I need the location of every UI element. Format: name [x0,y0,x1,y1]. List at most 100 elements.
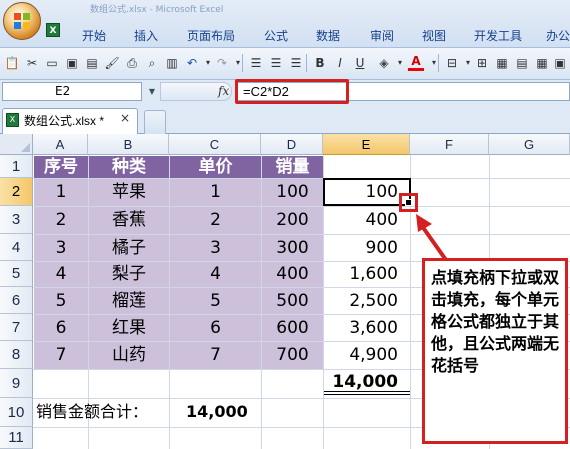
header-cell-price[interactable]: 单价 [170,156,261,178]
tab-data[interactable]: 数据 [306,26,350,46]
index-cell[interactable]: 6 [34,315,88,341]
fill-dropdown-icon[interactable]: ▾ [392,55,408,71]
column-header-g[interactable]: G [489,134,570,155]
active-cell-selection[interactable] [323,178,411,206]
office-button[interactable] [3,2,41,40]
amount-cell[interactable]: 2,500 [323,288,410,314]
tab-review[interactable]: 审阅 [360,26,404,46]
index-cell[interactable]: 1 [34,179,88,206]
save-icon[interactable]: ▣ [64,55,80,71]
bold-icon[interactable]: B [312,55,328,71]
type-cell[interactable]: 红果 [89,315,169,341]
font-color-icon[interactable]: A [408,55,424,71]
index-cell[interactable]: 4 [34,262,88,287]
amount-cell[interactable]: 1,600 [323,262,410,287]
type-cell[interactable]: 山药 [89,342,169,369]
align-right-icon[interactable]: ☰ [288,55,304,71]
tab-developer[interactable]: 开发工具 [466,26,530,46]
header-cell-type[interactable]: 种类 [89,156,169,178]
amount-cell[interactable]: 3,600 [323,315,410,341]
amount-cell[interactable]: 900 [323,235,410,261]
border-icon[interactable]: ⊟ [444,55,460,71]
qty-cell[interactable]: 300 [262,235,323,261]
header-cell-index[interactable]: 序号 [34,156,88,178]
index-cell[interactable]: 2 [34,207,88,234]
align-center-icon[interactable]: ☰ [268,55,284,71]
sheet-icon[interactable]: ▤ [514,55,530,71]
amount-cell[interactable]: 400 [323,207,410,234]
tab-page-layout[interactable]: 页面布局 [180,26,242,46]
column-header-c[interactable]: C [169,134,261,155]
align-left-icon[interactable]: ☰ [248,55,264,71]
type-cell[interactable]: 梨子 [89,262,169,287]
new-tab-button[interactable] [144,110,166,134]
redo-dropdown-icon[interactable]: ▾ [230,55,246,71]
new-icon[interactable]: ▭ [44,55,60,71]
tab-formulas[interactable]: 公式 [254,26,298,46]
type-cell[interactable]: 苹果 [89,179,169,206]
print-icon[interactable]: ⎙ [124,55,140,71]
type-cell[interactable]: 榴莲 [89,288,169,314]
row-header-5[interactable]: 5 [0,261,33,287]
tab-view[interactable]: 视图 [412,26,456,46]
summary-label[interactable]: 销售金额合计： [36,402,148,422]
fill-color-icon[interactable]: ◈ [376,55,392,71]
row-header-3[interactable]: 3 [0,206,33,234]
insert-icon[interactable]: ▦ [534,55,550,71]
row-header-1[interactable]: 1 [0,155,33,178]
merge-icon[interactable]: ⊞ [474,55,490,71]
price-cell[interactable]: 4 [170,262,261,287]
format-painter-icon[interactable]: 🖌 [104,55,120,71]
index-cell[interactable]: 3 [34,235,88,261]
total-cell[interactable]: 14,000 [323,369,410,392]
row-header-7[interactable]: 7 [0,314,33,341]
qty-cell[interactable]: 700 [262,342,323,369]
paste-icon[interactable]: 📋 [4,55,20,71]
print-preview-icon[interactable]: ▤ [84,55,100,71]
amount-cell[interactable]: 4,900 [323,342,410,369]
column-header-f[interactable]: F [410,134,489,155]
redo-icon[interactable]: ↷ [214,55,230,71]
price-cell[interactable]: 6 [170,315,261,341]
qty-cell[interactable]: 500 [262,288,323,314]
cut-icon[interactable]: ✂ [24,55,40,71]
excel-quick-icon[interactable]: X [46,23,60,37]
row-header-6[interactable]: 6 [0,287,33,314]
column-header-e[interactable]: E [323,134,410,155]
row-header-9[interactable]: 9 [0,369,33,398]
wrap-icon[interactable]: ▦ [494,55,510,71]
qty-cell[interactable]: 200 [262,207,323,234]
row-header-2[interactable]: 2 [0,178,33,206]
qty-cell[interactable]: 100 [262,179,323,206]
italic-icon[interactable]: I [332,55,348,71]
insert-function-icon[interactable]: fx [218,84,229,98]
select-all-corner[interactable] [0,134,33,155]
name-box-dropdown-icon[interactable]: ▼ [146,84,158,99]
undo-icon[interactable]: ↶ [184,55,200,71]
underline-icon[interactable]: U [352,55,368,71]
name-box[interactable]: E2 [2,82,142,101]
row-header-10[interactable]: 10 [0,398,33,427]
price-cell[interactable]: 5 [170,288,261,314]
price-cell[interactable]: 1 [170,179,261,206]
column-header-b[interactable]: B [88,134,169,155]
price-cell[interactable]: 2 [170,207,261,234]
tab-home[interactable]: 开始 [72,26,116,46]
row-header-11[interactable]: 11 [0,427,33,449]
qty-cell[interactable]: 600 [262,315,323,341]
column-header-d[interactable]: D [261,134,323,155]
chart-icon[interactable]: ▥ [164,55,180,71]
column-header-a[interactable]: A [33,134,88,155]
font-color-dropdown-icon[interactable]: ▾ [426,55,442,71]
qty-cell[interactable]: 400 [262,262,323,287]
zoom-icon[interactable]: ⌕ [144,55,160,71]
tab-insert[interactable]: 插入 [124,26,168,46]
summary-value[interactable]: 14,000 [186,402,248,422]
type-cell[interactable]: 香蕉 [89,207,169,234]
close-icon[interactable]: × [120,111,130,125]
type-cell[interactable]: 橘子 [89,235,169,261]
row-header-8[interactable]: 8 [0,341,33,369]
header-cell-qty[interactable]: 销量 [262,156,323,178]
index-cell[interactable]: 7 [34,342,88,369]
price-cell[interactable]: 3 [170,235,261,261]
